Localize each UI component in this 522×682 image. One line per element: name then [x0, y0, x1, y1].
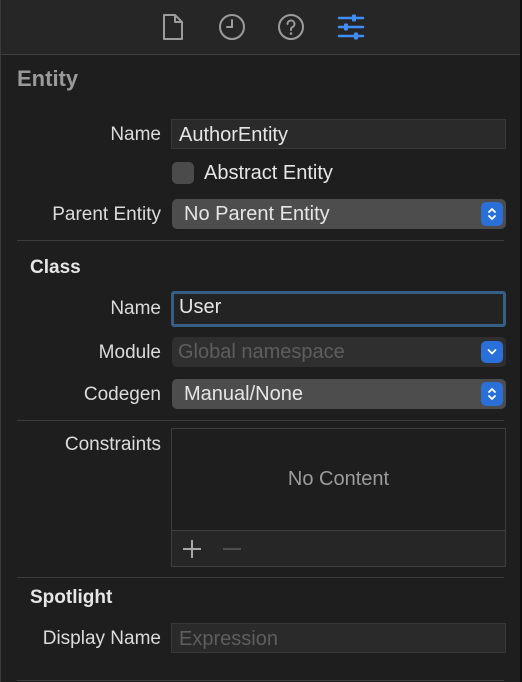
parent-entity-popup[interactable]: No Parent Entity: [172, 199, 506, 229]
module-popup[interactable]: Global namespace: [172, 337, 506, 367]
entity-name-field[interactable]: AuthorEntity: [171, 119, 506, 149]
up-down-chevron-icon: [481, 382, 503, 406]
attributes-inspector-button[interactable]: [333, 10, 369, 44]
plus-icon: [183, 540, 201, 558]
display-name-label: Display Name: [42, 628, 161, 649]
entity-section-title: Entity: [17, 66, 79, 91]
constraints-label: Constraints: [64, 434, 161, 455]
class-name-label: Name: [110, 298, 161, 319]
module-placeholder: Global namespace: [178, 341, 345, 363]
section-divider: [17, 577, 504, 578]
display-name-field[interactable]: Expression: [171, 623, 506, 653]
spotlight-section-title: Spotlight: [30, 587, 113, 608]
add-constraint-button[interactable]: [180, 537, 204, 561]
history-inspector-button[interactable]: [214, 10, 250, 44]
class-name-field[interactable]: User: [171, 291, 506, 327]
history-inspector-icon: [219, 14, 245, 40]
attributes-inspector-icon: [337, 14, 365, 40]
section-divider: [17, 240, 504, 241]
section-divider: [17, 420, 504, 421]
constraints-empty-text: No Content: [287, 468, 390, 490]
codegen-popup[interactable]: Manual/None: [172, 379, 506, 409]
entity-name-label: Name: [110, 124, 161, 145]
section-divider: [17, 680, 504, 681]
class-section-title: Class: [30, 257, 81, 278]
quick-help-button[interactable]: [273, 10, 309, 44]
codegen-label: Codegen: [83, 384, 161, 405]
quick-help-icon: [278, 14, 304, 40]
file-inspector-button[interactable]: [155, 10, 191, 44]
module-label: Module: [98, 342, 161, 363]
file-inspector-icon: [163, 14, 183, 40]
panel-left-border: [0, 0, 1, 682]
remove-constraint-button[interactable]: [220, 537, 244, 561]
codegen-value: Manual/None: [184, 383, 303, 405]
up-down-chevron-icon: [481, 202, 503, 226]
toolbar-divider: [1, 54, 520, 55]
parent-entity-label: Parent Entity: [52, 204, 161, 225]
abstract-entity-label[interactable]: Abstract Entity: [204, 162, 333, 185]
abstract-entity-checkbox[interactable]: [172, 162, 194, 184]
chevron-down-icon: [481, 341, 503, 363]
parent-entity-value: No Parent Entity: [184, 203, 330, 225]
inspector-toolbar: [1, 0, 520, 54]
minus-icon: [223, 548, 241, 550]
